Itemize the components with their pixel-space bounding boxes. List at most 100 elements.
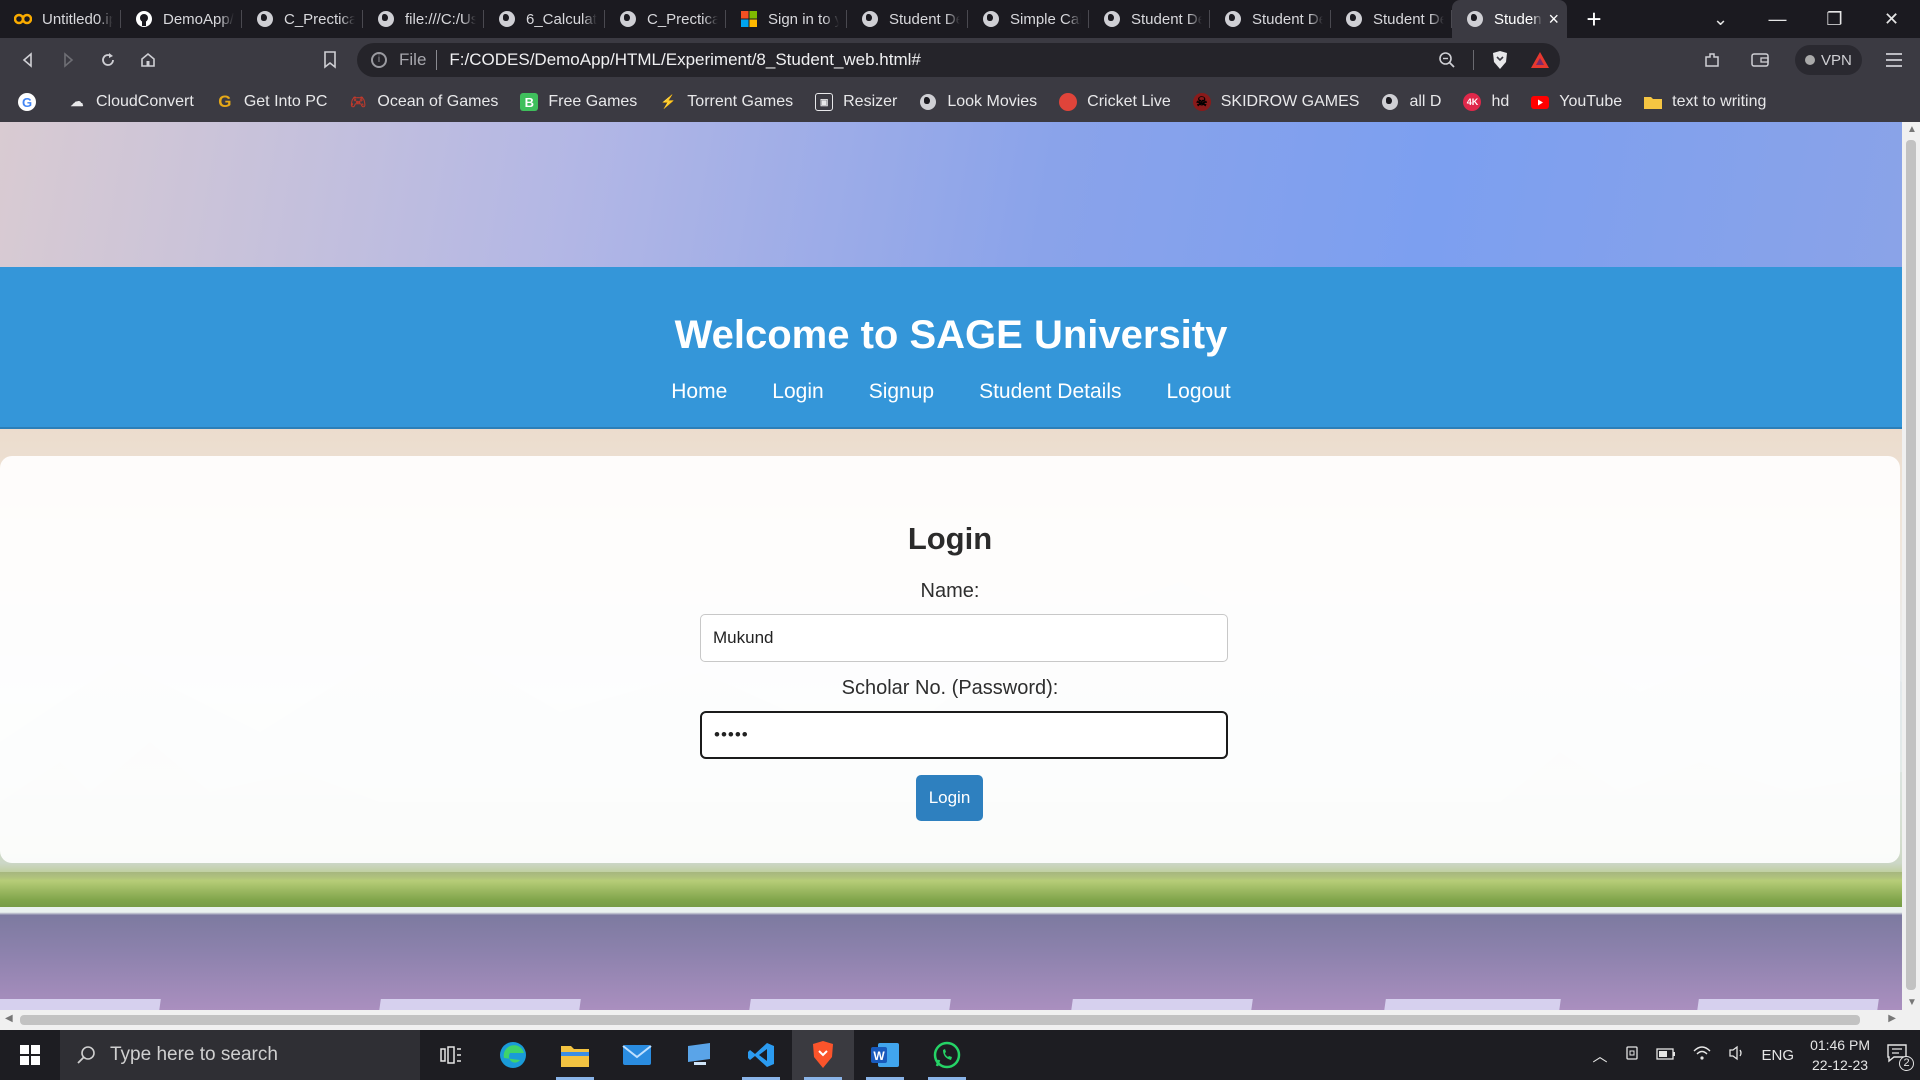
bookmark-cricketlive[interactable]: Cricket Live [1059,93,1171,111]
vpn-button[interactable]: VPN [1795,45,1862,75]
extensions-icon[interactable] [1692,40,1732,80]
bookmark-hd[interactable]: 4K hd [1463,93,1509,111]
tab-page[interactable]: 6_Calculato [484,0,605,38]
taskbar-search[interactable]: Type here to search [60,1030,420,1080]
close-tab-icon[interactable]: × [1548,9,1559,30]
zoom-icon[interactable] [1427,51,1467,69]
bookmark-lookmovies[interactable]: Look Movies [919,93,1037,111]
browser-toolbar: i File F:/CODES/DemoApp/HTML/Experiment/… [0,38,1920,82]
scroll-thumb[interactable] [1906,140,1916,990]
vscode-icon[interactable] [730,1030,792,1080]
globe-icon [861,10,879,28]
device-icon[interactable] [1624,1045,1640,1065]
name-input[interactable] [700,614,1228,662]
nav-logout[interactable]: Logout [1167,380,1231,404]
bookmark-alld[interactable]: all D [1381,93,1441,111]
word-icon[interactable]: W [854,1030,916,1080]
pc-setup-icon[interactable] [668,1030,730,1080]
clock[interactable]: 01:46 PM 22-12-23 [1810,1035,1870,1075]
nav-student-details[interactable]: Student Details [979,380,1121,404]
bookmark-resizer[interactable]: ▣ Resizer [815,93,897,111]
tab-page[interactable]: Student De [847,0,968,38]
language-indicator[interactable]: ENG [1762,1047,1795,1064]
tab-title: Untitled0.ip [42,10,113,28]
bookmark-folder-texttowriting[interactable]: text to writing [1644,93,1766,111]
reload-icon[interactable] [88,40,128,80]
tab-page[interactable]: Student De [1089,0,1210,38]
tab-github[interactable]: DemoApp/ [121,0,242,38]
tab-page[interactable]: file:///C:/Us [363,0,484,38]
scroll-up-icon[interactable]: ▲ [1907,124,1917,135]
home-icon[interactable] [128,40,168,80]
tab-title: Student De [1252,10,1323,28]
bookmark-getintopc[interactable]: G Get Into PC [216,92,327,111]
mail-icon[interactable] [606,1030,668,1080]
menu-icon[interactable] [1874,40,1914,80]
tab-microsoft[interactable]: Sign in to y [726,0,847,38]
site-info-icon[interactable]: i [371,52,387,68]
address-bar[interactable]: i File F:/CODES/DemoApp/HTML/Experiment/… [357,43,1560,77]
scroll-down-icon[interactable]: ▼ [1907,997,1917,1008]
bookmark-google[interactable]: G [18,93,46,111]
nav-signup[interactable]: Signup [869,380,934,404]
tab-title: Studen [1494,10,1542,28]
tab-page[interactable]: Student De [1210,0,1331,38]
background-road [0,907,1902,1010]
restore-icon[interactable]: ❐ [1806,0,1863,38]
tab-page[interactable]: Simple Calc [968,0,1089,38]
bookmark-skidrow[interactable]: ☠ SKIDROW GAMES [1192,93,1359,111]
wifi-icon[interactable] [1692,1045,1712,1065]
url-text[interactable]: F:/CODES/DemoApp/HTML/Experiment/8_Stude… [449,50,920,70]
tab-page[interactable]: C_Prectical_ [605,0,726,38]
task-view-icon[interactable] [420,1030,482,1080]
bookmark-label: Ocean of Games [377,93,499,110]
bookmark-youtube[interactable]: YouTube [1531,93,1622,111]
volume-icon[interactable] [1728,1045,1746,1065]
login-button[interactable]: Login [916,775,983,821]
nav-login[interactable]: Login [772,380,823,404]
nav-home[interactable]: Home [671,380,727,404]
clock-date: 22-12-23 [1812,1057,1869,1073]
system-tray: ︿ ENG 01:46 PM 22-12-23 2 [1593,1035,1920,1075]
vertical-scrollbar[interactable]: ▲ ▼ [1902,122,1920,1010]
bookmark-icon[interactable] [310,40,350,80]
scheme-label: File [399,50,438,70]
tab-page[interactable]: Student De [1331,0,1452,38]
clock-time: 01:46 PM [1810,1037,1870,1053]
back-icon[interactable] [8,40,48,80]
scroll-left-icon[interactable]: ◀ [5,1013,13,1024]
brave-shields-icon[interactable] [1480,50,1520,70]
tab-colab[interactable]: Untitled0.ip [0,0,121,38]
start-button[interactable] [0,1030,60,1080]
bookmark-torrentgames[interactable]: ⚡ Torrent Games [659,93,793,111]
tab-title: file:///C:/Us [405,10,476,28]
battery-icon[interactable] [1655,1047,1676,1064]
scroll-thumb[interactable] [20,1015,1860,1025]
forward-icon[interactable] [48,40,88,80]
minimize-icon[interactable]: — [1749,0,1806,38]
show-hidden-icons-icon[interactable]: ︿ [1593,1045,1608,1066]
brave-rewards-icon[interactable] [1520,51,1560,69]
resizer-icon: ▣ [815,93,834,111]
wallet-icon[interactable] [1740,40,1780,80]
svg-text:W: W [873,1049,885,1063]
new-tab-button[interactable]: + [1567,0,1621,38]
horizontal-scrollbar[interactable]: ◀ ▶ [0,1010,1920,1030]
bookmark-cloudconvert[interactable]: ☁ CloudConvert [68,93,194,111]
edge-icon[interactable] [482,1030,544,1080]
tab-active[interactable]: Studen × [1452,0,1567,38]
brave-browser-icon[interactable] [792,1030,854,1080]
tab-title: DemoApp/ [163,10,234,28]
file-explorer-icon[interactable] [544,1030,606,1080]
bookmark-oceanofgames[interactable]: 🎮︎ Ocean of Games [349,93,498,111]
tab-title: Sign in to y [768,10,839,28]
github-icon [135,10,153,28]
scroll-right-icon[interactable]: ▶ [1888,1013,1896,1024]
whatsapp-icon[interactable] [916,1030,978,1080]
password-input[interactable] [700,711,1228,759]
notifications-icon[interactable]: 2 [1886,1043,1914,1071]
close-window-icon[interactable]: ✕ [1863,0,1920,38]
tab-page[interactable]: C_Prectical_ [242,0,363,38]
bookmark-freegames[interactable]: B Free Games [520,93,637,111]
tab-list-chevron-icon[interactable]: ⌄ [1692,0,1749,38]
